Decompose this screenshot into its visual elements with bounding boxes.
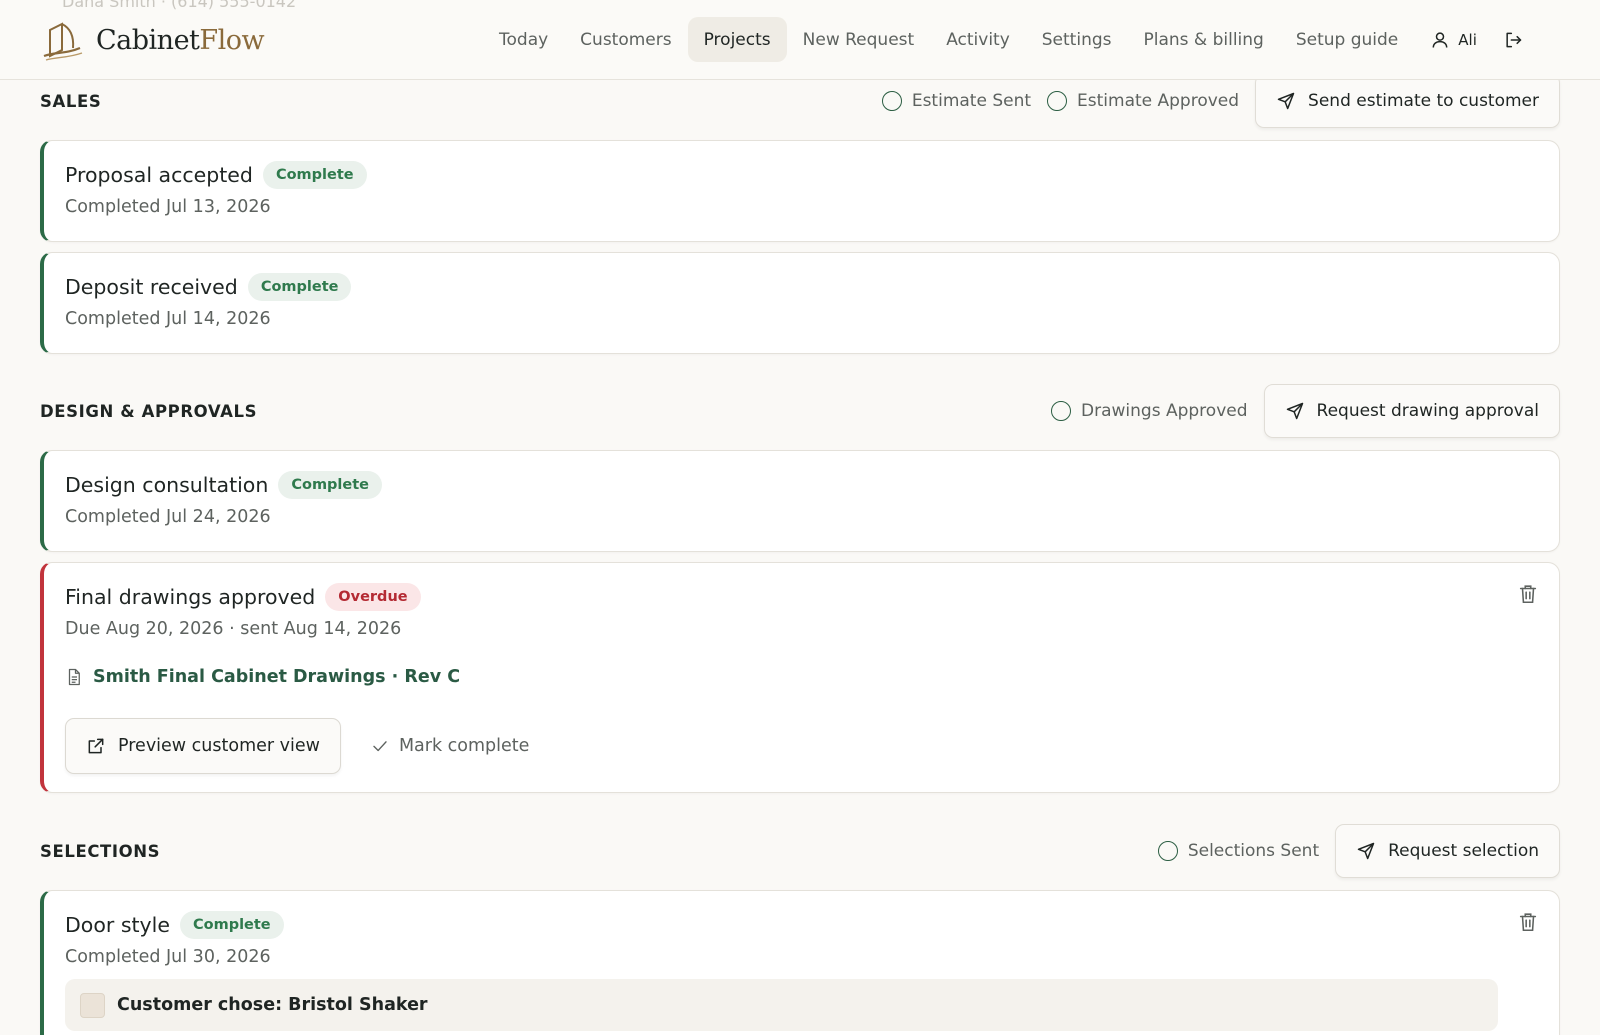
customer-choice-text: Customer chose: Bristol Shaker	[117, 995, 428, 1015]
section-design-header: DESIGN & APPROVALS Drawings Approved Req…	[40, 384, 1560, 438]
nav-settings[interactable]: Settings	[1026, 17, 1128, 62]
logout-button[interactable]	[1493, 17, 1533, 62]
card-subtitle: Due Aug 20, 2026 · sent Aug 14, 2026	[65, 619, 402, 639]
card-title: Door style	[65, 913, 170, 937]
status-badge: Complete	[278, 471, 383, 499]
user-icon	[1432, 31, 1448, 48]
user-name: Ali	[1458, 30, 1477, 49]
milestone-card-deposit-received[interactable]: Deposit received Complete Completed Jul …	[40, 252, 1560, 354]
milestone-card-final-drawings[interactable]: Final drawings approved Overdue Due Aug …	[40, 562, 1560, 793]
section-title-sales: SALES	[40, 91, 102, 111]
preview-customer-view-button[interactable]: Preview customer view	[65, 718, 341, 774]
status-circle-icon	[881, 91, 902, 111]
nav-new-request[interactable]: New Request	[787, 17, 931, 62]
brand-name: CabinetFlow	[96, 24, 265, 56]
milestone-card-design-consultation[interactable]: Design consultation Complete Completed J…	[40, 450, 1560, 552]
external-link-icon	[88, 738, 104, 754]
customer-choice-row: Customer chose: Bristol Shaker	[65, 979, 1498, 1031]
document-icon	[68, 668, 80, 686]
card-title: Deposit received	[65, 275, 238, 299]
nav-setup-guide[interactable]: Setup guide	[1280, 17, 1414, 62]
door-style-swatch	[80, 992, 105, 1018]
delete-button[interactable]	[1517, 583, 1539, 605]
status-estimate-approved[interactable]: Estimate Approved	[1047, 91, 1239, 111]
section-title-selections: SELECTIONS	[40, 841, 161, 861]
section-sales-header: SALES Estimate Sent Estimate Approved Se…	[40, 74, 1560, 128]
card-subtitle: Completed Jul 24, 2026	[65, 507, 271, 527]
status-badge: Complete	[179, 911, 284, 939]
user-menu[interactable]: Ali	[1414, 17, 1493, 62]
nav-projects[interactable]: Projects	[687, 17, 787, 62]
card-title: Design consultation	[65, 473, 269, 497]
nav-customers[interactable]: Customers	[564, 17, 687, 62]
request-drawing-approval-button[interactable]: Request drawing approval	[1263, 384, 1560, 438]
milestone-card-proposal-accepted[interactable]: Proposal accepted Complete Completed Jul…	[40, 140, 1560, 242]
trash-icon	[1519, 913, 1537, 932]
logout-icon	[1506, 32, 1522, 47]
section-title-design: DESIGN & APPROVALS	[40, 401, 258, 421]
card-title: Proposal accepted	[65, 163, 253, 187]
card-subtitle: Completed Jul 14, 2026	[65, 309, 271, 329]
status-circle-icon	[1051, 401, 1072, 421]
main-nav: Today Customers Projects New Request Act…	[483, 17, 1533, 62]
status-circle-icon	[1047, 91, 1068, 111]
cabinetflow-logo-icon	[43, 22, 83, 61]
send-icon	[1277, 92, 1295, 110]
brand-logo[interactable]: CabinetFlow	[40, 18, 265, 62]
status-badge: Complete	[247, 273, 352, 301]
section-selections-header: SELECTIONS Selections Sent Request selec…	[40, 824, 1560, 878]
status-estimate-sent[interactable]: Estimate Sent	[881, 91, 1031, 111]
request-selection-button[interactable]: Request selection	[1335, 824, 1560, 878]
status-selections-sent[interactable]: Selections Sent	[1157, 841, 1319, 861]
status-badge: Overdue	[325, 583, 421, 611]
nav-today[interactable]: Today	[483, 17, 564, 62]
send-estimate-button[interactable]: Send estimate to customer	[1255, 74, 1560, 128]
delete-button[interactable]	[1517, 911, 1539, 933]
nav-plans-billing[interactable]: Plans & billing	[1128, 17, 1280, 62]
status-circle-icon	[1157, 841, 1178, 861]
send-icon	[1286, 402, 1303, 420]
nav-activity[interactable]: Activity	[930, 17, 1026, 62]
status-drawings-approved[interactable]: Drawings Approved	[1051, 401, 1248, 421]
document-link[interactable]: Smith Final Cabinet Drawings · Rev C	[65, 667, 460, 687]
card-title: Final drawings approved	[65, 585, 316, 609]
card-subtitle: Completed Jul 13, 2026	[65, 197, 271, 217]
send-icon	[1357, 842, 1375, 860]
status-badge: Complete	[262, 161, 367, 189]
check-icon	[373, 741, 387, 752]
top-nav-bar: Dana Smith · (614) 555-0142 CabinetFlow …	[0, 0, 1600, 80]
milestone-card-door-style[interactable]: Door style Complete Completed Jul 30, 20…	[40, 890, 1560, 1035]
trash-icon	[1519, 585, 1537, 604]
mark-complete-button[interactable]: Mark complete	[371, 736, 529, 756]
card-subtitle: Completed Jul 30, 2026	[65, 947, 271, 967]
scrolled-customer-info: Dana Smith · (614) 555-0142	[62, 0, 297, 11]
